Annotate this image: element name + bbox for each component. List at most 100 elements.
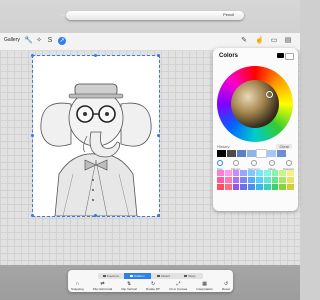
segment-uniform[interactable]: Uniform bbox=[124, 273, 151, 279]
primary-color-swatch[interactable] bbox=[277, 53, 284, 58]
palette-swatch[interactable] bbox=[232, 177, 240, 183]
palette-swatch[interactable] bbox=[271, 177, 279, 183]
uniform-icon bbox=[130, 275, 134, 277]
transform-handle[interactable] bbox=[31, 134, 34, 137]
palette-swatch[interactable] bbox=[224, 170, 232, 176]
warp-icon bbox=[184, 275, 188, 277]
history-swatch[interactable] bbox=[277, 150, 286, 157]
reset-button[interactable]: ↺ Reset bbox=[222, 281, 230, 291]
palette-swatch[interactable] bbox=[271, 184, 279, 190]
ipad-screen: Gallery 🔧 ✧ S ↗ ✎ ☝ ▭ ▤ Colors History C… bbox=[0, 33, 300, 292]
selection-icon[interactable]: S bbox=[46, 37, 54, 45]
saturation-disc[interactable] bbox=[231, 80, 279, 128]
brush-icon[interactable]: ✎ bbox=[240, 37, 248, 45]
palette-swatch[interactable] bbox=[279, 184, 287, 190]
color-disc[interactable] bbox=[217, 66, 293, 142]
disc-icon bbox=[217, 160, 223, 166]
palette-swatch[interactable] bbox=[263, 177, 271, 183]
palette-swatch[interactable] bbox=[287, 177, 294, 183]
apple-pencil: Pencil bbox=[66, 11, 244, 20]
segment-label: Distort bbox=[161, 274, 170, 278]
palette-swatch[interactable] bbox=[256, 170, 263, 176]
segment-freeform[interactable]: Freeform bbox=[98, 273, 124, 279]
palette-swatch[interactable] bbox=[263, 184, 271, 190]
transform-handle[interactable] bbox=[157, 134, 160, 137]
dock-button-label: Snapping bbox=[71, 287, 84, 291]
palette-swatch[interactable] bbox=[287, 184, 294, 190]
flip-horizontal-button[interactable]: ⇄ Flip Horizontal bbox=[93, 281, 112, 291]
distort-icon bbox=[157, 275, 161, 277]
palette-swatch[interactable] bbox=[224, 177, 232, 183]
transform-handle[interactable] bbox=[157, 54, 160, 57]
transform-handle[interactable] bbox=[31, 214, 34, 217]
dock-button-label: Rotate 45° bbox=[146, 287, 161, 291]
palette-swatch[interactable] bbox=[240, 177, 248, 183]
transform-handle[interactable] bbox=[157, 214, 160, 217]
history-swatch[interactable] bbox=[237, 150, 246, 157]
dock-button-label: Fit to Canvas bbox=[169, 287, 188, 291]
palette-swatch[interactable] bbox=[240, 184, 248, 190]
palette-swatch[interactable] bbox=[217, 170, 224, 176]
dock-button-label: Flip Vertical bbox=[121, 287, 137, 291]
palette-swatch[interactable] bbox=[224, 184, 232, 190]
snapping-button[interactable]: ∩ Snapping bbox=[71, 281, 84, 291]
transform-handle[interactable] bbox=[94, 54, 97, 57]
rotate-45-button[interactable]: ↻ Rotate 45° bbox=[146, 281, 160, 291]
dock-button-label: Flip Horizontal bbox=[92, 287, 113, 291]
segment-distort[interactable]: Distort bbox=[151, 273, 177, 279]
colors-panel: Colors History Clear Disc Classic Harmony V… bbox=[213, 48, 298, 211]
history-swatch[interactable] bbox=[267, 150, 276, 157]
history-label: History bbox=[217, 144, 230, 149]
palette-swatch[interactable] bbox=[217, 177, 224, 183]
magic-wand-icon[interactable]: ✧ bbox=[35, 37, 43, 45]
history-swatch[interactable] bbox=[227, 150, 236, 157]
transform-handle[interactable] bbox=[31, 54, 34, 57]
interpolation-button[interactable]: ▦ Interpolation bbox=[196, 281, 213, 291]
palette-swatch[interactable] bbox=[217, 184, 224, 190]
palette-swatch[interactable] bbox=[248, 184, 255, 190]
history-swatch[interactable] bbox=[256, 149, 267, 158]
palette-swatch[interactable] bbox=[240, 170, 248, 176]
gallery-button[interactable]: Gallery bbox=[4, 37, 20, 43]
color-picker-knob[interactable] bbox=[266, 91, 273, 98]
transform-dock: Freeform Uniform Distort Warp ∩ Snapping ⇄ Fli… bbox=[68, 270, 233, 292]
colors-panel-title: Colors bbox=[219, 53, 239, 59]
palette-swatch[interactable] bbox=[287, 170, 294, 176]
palette-swatch[interactable] bbox=[263, 170, 271, 176]
palette-swatch[interactable] bbox=[248, 177, 255, 183]
wrench-icon[interactable]: 🔧 bbox=[24, 37, 33, 45]
secondary-color-swatch[interactable] bbox=[285, 53, 294, 60]
palette-swatch[interactable] bbox=[232, 184, 240, 190]
elephant-illustration bbox=[40, 83, 152, 217]
dock-button-label: Interpolation bbox=[196, 287, 213, 291]
palettes-icon bbox=[285, 160, 292, 166]
flip-vertical-button[interactable]: ⇅ Flip Vertical bbox=[121, 281, 137, 291]
palette-swatch[interactable] bbox=[248, 170, 255, 176]
classic-icon bbox=[232, 160, 239, 166]
eraser-icon[interactable]: ▭ bbox=[270, 37, 278, 45]
palette-swatch[interactable] bbox=[256, 184, 263, 190]
color-palette bbox=[217, 170, 294, 190]
clear-history-button[interactable]: Clear bbox=[276, 144, 292, 149]
history-swatch[interactable] bbox=[217, 150, 226, 157]
palette-swatch[interactable] bbox=[279, 170, 287, 176]
smudge-icon[interactable]: ☝ bbox=[255, 37, 264, 45]
segment-label: Freeform bbox=[107, 274, 120, 278]
history-swatch[interactable] bbox=[247, 150, 256, 157]
transform-mode-segment: Freeform Uniform Distort Warp bbox=[98, 273, 203, 279]
palette-swatch[interactable] bbox=[271, 170, 279, 176]
palette-swatch[interactable] bbox=[232, 170, 240, 176]
transform-arrow-icon[interactable]: ↗ bbox=[58, 37, 66, 45]
pencil-brand: Pencil bbox=[223, 12, 234, 17]
layers-icon[interactable]: ▤ bbox=[284, 37, 292, 45]
harmony-icon bbox=[251, 160, 258, 166]
elephant-artwork[interactable] bbox=[31, 54, 160, 217]
transform-handle[interactable] bbox=[94, 214, 97, 217]
transform-actions: ∩ Snapping ⇄ Flip Horizontal ⇅ Flip Vertical ↻… bbox=[71, 281, 230, 291]
palette-swatch[interactable] bbox=[256, 177, 263, 183]
fit-to-canvas-button[interactable]: ⤢ Fit to Canvas bbox=[169, 281, 187, 291]
segment-warp[interactable]: Warp bbox=[177, 273, 203, 279]
history-swatches bbox=[217, 149, 286, 158]
dock-button-label: Reset bbox=[222, 287, 230, 291]
palette-swatch[interactable] bbox=[279, 177, 287, 183]
